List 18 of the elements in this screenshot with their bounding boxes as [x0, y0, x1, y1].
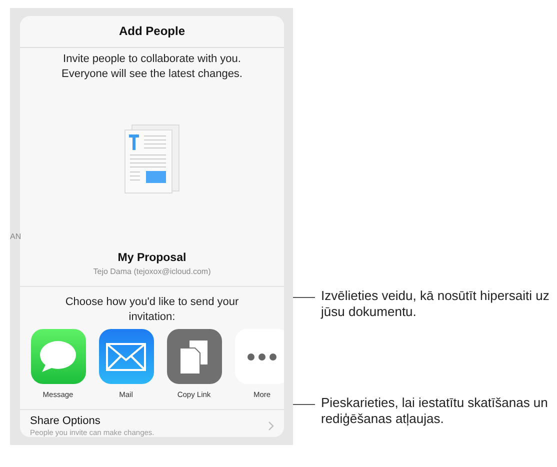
chevron-icon [268, 421, 274, 431]
background-text: AN [10, 232, 22, 241]
annotation-text: Izvēlieties veidu, kā nosūtīt hipersaiti uz jūsu dokumentu. [321, 288, 550, 320]
document-owner: Tejo Dama (tejoxox@icloud.com) [93, 267, 211, 276]
message-icon [30, 329, 86, 384]
intro-text: Invite people to collaborate with you. [63, 52, 241, 67]
mail-icon [98, 329, 154, 384]
document-icon [124, 124, 180, 194]
leader-line [293, 297, 315, 298]
prompt-text: Choose how you'd like to send your [65, 295, 239, 310]
intro-text: Everyone will see the latest changes. [62, 66, 242, 82]
sheet-title: Add People [118, 24, 185, 38]
copy-icon [166, 329, 222, 384]
share-options-title: Share Options [30, 415, 102, 427]
leader-line [293, 404, 315, 405]
prompt-text: invitation: [128, 310, 176, 325]
annotation-text: Pieskarieties, lai iestatītu skatīšanas un rediģēšanas atļaujas. [321, 395, 549, 427]
document-name: My Proposal [118, 252, 186, 264]
